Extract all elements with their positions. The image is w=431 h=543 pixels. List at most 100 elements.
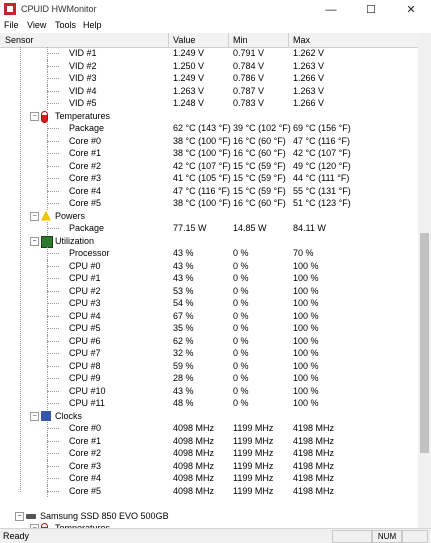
column-min[interactable]: Min — [233, 35, 248, 45]
sensor-row[interactable]: CPU #6 62 % 0 % 100 % — [0, 334, 418, 347]
sensor-row[interactable] — [0, 497, 418, 510]
sensor-row[interactable]: Core #2 42 °C (107 °F) 15 °C (59 °F) 49 °C … — [0, 159, 418, 172]
sensor-row[interactable]: CPU #7 32 % 0 % 100 % — [0, 347, 418, 360]
sensor-row[interactable]: Core #2 4098 MHz 1199 MHz 4198 MHz — [0, 447, 418, 460]
sensor-group-row[interactable]: − Clocks — [0, 410, 418, 423]
sensor-value: 38 °C (100 °F) — [173, 198, 231, 208]
maximize-icon[interactable]: ☐ — [351, 0, 391, 19]
sensor-label: Package — [69, 223, 105, 233]
sensor-row[interactable]: Package 77.15 W 14.85 W 84.11 W — [0, 222, 418, 235]
menu-tools[interactable]: Tools — [55, 20, 76, 30]
sensor-row[interactable]: VID #4 1.263 V 0.787 V 1.263 V — [0, 84, 418, 97]
sensor-row[interactable]: Core #4 47 °C (116 °F) 15 °C (59 °F) 55 °C … — [0, 184, 418, 197]
group-label: Temperatures — [55, 110, 111, 121]
sensor-min: 0.787 V — [233, 85, 265, 96]
sensor-label: CPU #3 — [69, 298, 101, 308]
sensor-group-row[interactable]: − Temperatures — [0, 110, 418, 123]
sensor-max: 4198 MHz — [293, 435, 335, 446]
vertical-scrollbar[interactable] — [418, 33, 431, 528]
sensor-value: 67 % — [173, 310, 194, 321]
sensor-row[interactable]: Core #3 4098 MHz 1199 MHz 4198 MHz — [0, 459, 418, 472]
sensor-value: 42 °C (107 °F) — [173, 160, 231, 171]
sensor-min: 15 °C (59 °F) — [233, 160, 286, 171]
collapse-icon[interactable]: − — [15, 511, 24, 521]
sensor-label: CPU #9 — [69, 373, 101, 383]
sensor-row[interactable]: CPU #11 48 % 0 % 100 % — [0, 397, 418, 410]
sensor-max: 47 °C (116 °F) — [293, 135, 351, 146]
sensor-max: 4198 MHz — [293, 423, 335, 433]
sensor-min: 0.784 V — [233, 60, 265, 71]
sensor-row[interactable]: Package 62 °C (143 °F) 39 °C (102 °F) 69 °C… — [0, 122, 418, 135]
sensor-row[interactable]: CPU #0 43 % 0 % 100 % — [0, 259, 418, 272]
sensor-value: 43 % — [173, 273, 194, 283]
scrollbar-thumb[interactable] — [420, 233, 429, 453]
sensor-min: 1199 MHz — [233, 473, 274, 483]
sensor-max: 51 °C (123 °F) — [293, 198, 351, 208]
sensor-value: 38 °C (100 °F) — [173, 148, 231, 158]
close-icon[interactable]: ✕ — [391, 0, 431, 19]
num-lock-indicator: NUM — [372, 530, 402, 543]
sensor-row[interactable]: Core #3 41 °C (105 °F) 15 °C (59 °F) 44 °C … — [0, 172, 418, 185]
sensor-max: 100 % — [293, 298, 319, 308]
sensor-label: Core #2 — [69, 160, 102, 171]
sensor-min: 0 % — [233, 385, 249, 396]
group-label: Utilization — [55, 235, 95, 246]
sensor-group-row[interactable]: − Powers — [0, 210, 418, 223]
sensor-max: 100 % — [293, 323, 319, 333]
sensor-row[interactable]: CPU #10 43 % 0 % 100 % — [0, 384, 418, 397]
sensor-row[interactable]: CPU #3 54 % 0 % 100 % — [0, 297, 418, 310]
sensor-row[interactable]: Core #0 4098 MHz 1199 MHz 4198 MHz — [0, 422, 418, 435]
sensor-group-row[interactable]: − Utilization — [0, 235, 418, 248]
sensor-row[interactable]: Core #4 4098 MHz 1199 MHz 4198 MHz — [0, 472, 418, 485]
sensor-row[interactable]: CPU #4 67 % 0 % 100 % — [0, 309, 418, 322]
sensor-row[interactable]: CPU #9 28 % 0 % 100 % — [0, 372, 418, 385]
sensor-row[interactable]: CPU #5 35 % 0 % 100 % — [0, 322, 418, 335]
menu-file[interactable]: File — [4, 20, 19, 30]
sensor-label: CPU #8 — [69, 360, 101, 371]
power-icon — [41, 210, 51, 221]
sensor-min: 0 % — [233, 273, 249, 283]
column-max[interactable]: Max — [293, 35, 310, 45]
sensor-row[interactable]: Core #5 4098 MHz 1199 MHz 4198 MHz — [0, 484, 418, 497]
sensor-min: 16 °C (60 °F) — [233, 148, 286, 158]
sensor-min: 0 % — [233, 260, 249, 271]
minimize-icon[interactable]: — — [311, 0, 351, 19]
column-sensor[interactable]: Sensor — [5, 35, 34, 45]
collapse-icon[interactable]: − — [30, 111, 39, 121]
sensor-max: 4198 MHz — [293, 448, 335, 458]
sensor-max: 100 % — [293, 398, 319, 408]
menu-view[interactable]: View — [27, 20, 46, 30]
sensor-row[interactable]: CPU #8 59 % 0 % 100 % — [0, 359, 418, 372]
sensor-min: 0 % — [233, 360, 249, 371]
sensor-row[interactable]: CPU #1 43 % 0 % 100 % — [0, 272, 418, 285]
sensor-min: 16 °C (60 °F) — [233, 135, 286, 146]
sensor-row[interactable]: Core #0 38 °C (100 °F) 16 °C (60 °F) 47 °C … — [0, 134, 418, 147]
status-panel — [402, 530, 428, 543]
sensor-group-row[interactable]: − Samsung SSD 850 EVO 500GB — [0, 510, 418, 523]
sensor-row[interactable]: VID #3 1.249 V 0.786 V 1.266 V — [0, 72, 418, 85]
sensor-max: 55 °C (131 °F) — [293, 185, 351, 196]
sensor-min: 0 % — [233, 285, 249, 296]
menu-help[interactable]: Help — [83, 20, 102, 30]
sensor-max: 1.263 V — [293, 60, 325, 71]
sensor-min: 14.85 W — [233, 223, 267, 233]
sensor-row[interactable]: Processor 43 % 0 % 70 % — [0, 247, 418, 260]
collapse-icon[interactable]: − — [30, 236, 39, 246]
sensor-label: Core #2 — [69, 448, 102, 458]
sensor-label: Core #4 — [69, 473, 102, 483]
collapse-icon[interactable]: − — [30, 211, 39, 221]
sensor-value: 35 % — [173, 323, 194, 333]
sensor-row[interactable]: VID #1 1.249 V 0.791 V 1.262 V — [0, 47, 418, 60]
sensor-row[interactable]: VID #5 1.248 V 0.783 V 1.266 V — [0, 97, 418, 110]
sensor-label: CPU #7 — [69, 348, 101, 358]
sensor-value: 62 °C (143 °F) — [173, 123, 231, 133]
sensor-row[interactable]: Core #5 38 °C (100 °F) 16 °C (60 °F) 51 °C … — [0, 197, 418, 210]
sensor-row[interactable]: Core #1 4098 MHz 1199 MHz 4198 MHz — [0, 434, 418, 447]
sensor-row[interactable]: VID #2 1.250 V 0.784 V 1.263 V — [0, 59, 418, 72]
sensor-row[interactable]: Core #1 38 °C (100 °F) 16 °C (60 °F) 42 °C … — [0, 147, 418, 160]
sensor-value: 59 % — [173, 360, 194, 371]
collapse-icon[interactable]: − — [30, 411, 39, 421]
column-value[interactable]: Value — [173, 35, 195, 45]
sensor-tree[interactable]: VID #1 1.249 V 0.791 V 1.262 V VID #2 1.250 V… — [0, 47, 418, 528]
sensor-row[interactable]: CPU #2 53 % 0 % 100 % — [0, 284, 418, 297]
